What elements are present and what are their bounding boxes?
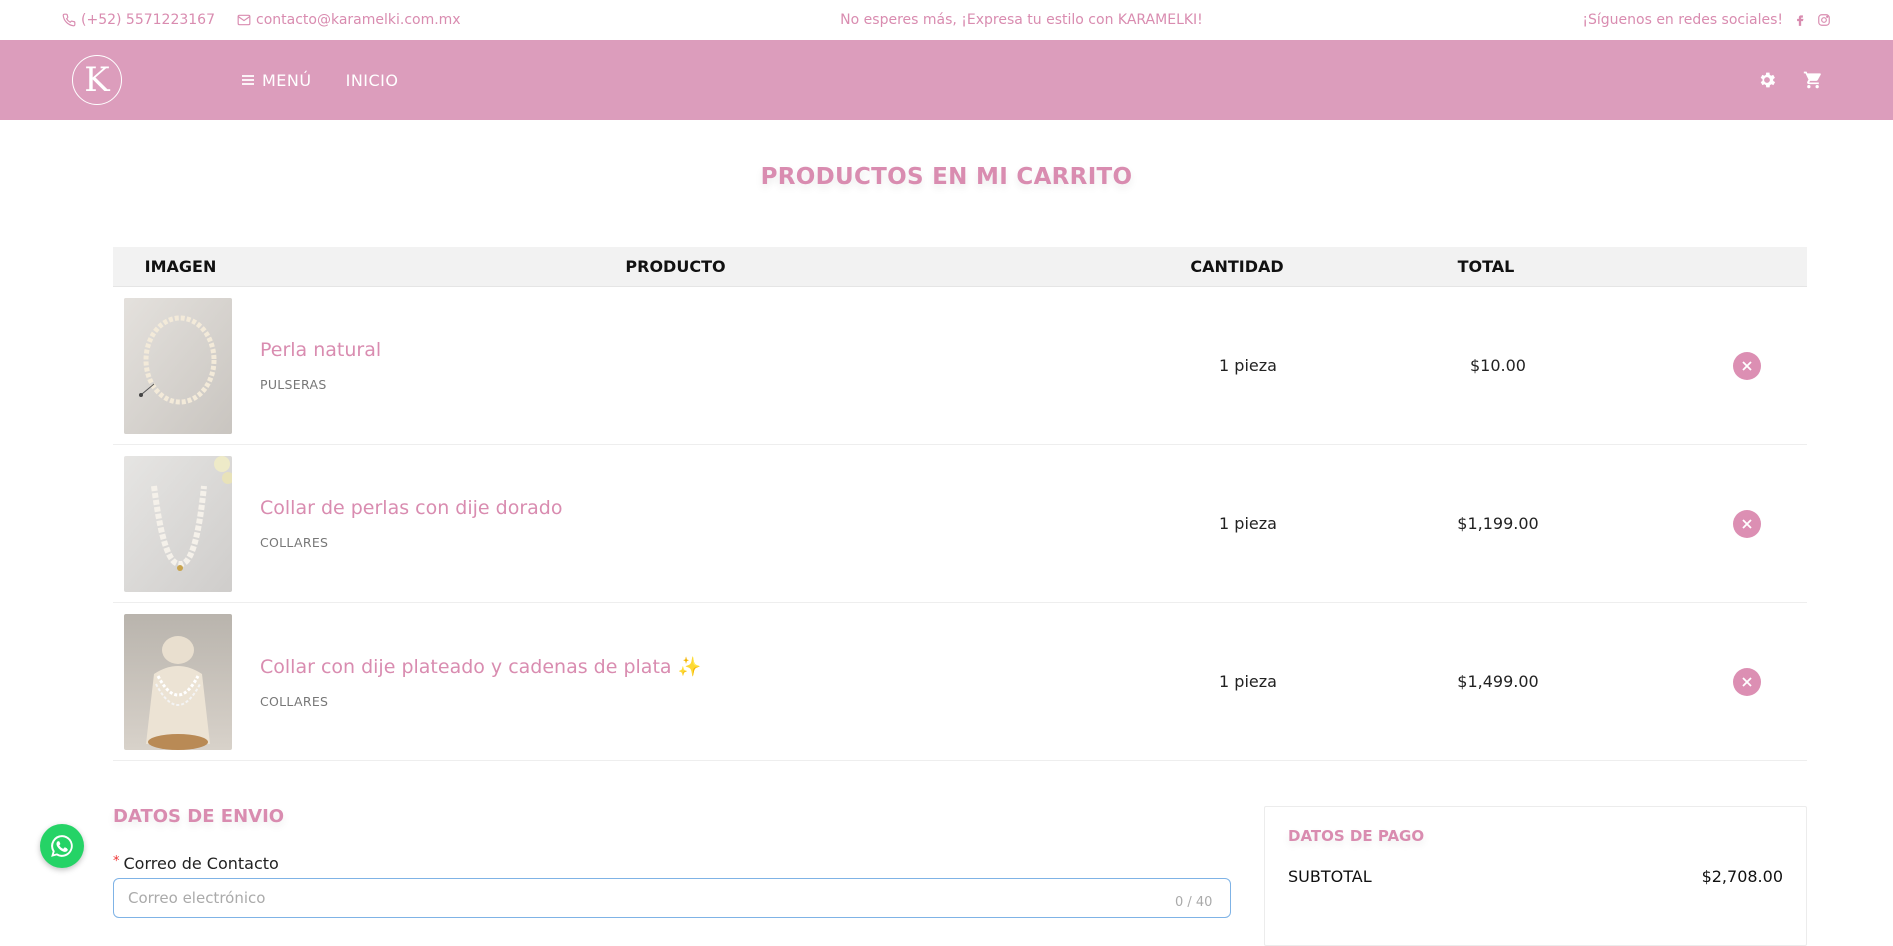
- email-label-text: Correo de Contacto: [123, 854, 279, 873]
- remove-item-button[interactable]: [1733, 667, 1761, 696]
- product-category: COLLARES: [260, 693, 329, 709]
- product-quantity: 1 pieza: [1219, 672, 1277, 691]
- email-link[interactable]: contacto@karamelki.com.mx: [237, 12, 461, 28]
- phone-text: (+52) 5571223167: [81, 12, 215, 28]
- product-image[interactable]: [124, 455, 232, 592]
- gear-icon[interactable]: [1757, 70, 1777, 90]
- payment-title: DATOS DE PAGO: [1288, 827, 1425, 845]
- whatsapp-icon: [51, 835, 73, 857]
- header-image: IMAGEN: [144, 257, 217, 276]
- promo-text: No esperes más, ¡Expresa tu estilo con K…: [840, 12, 1203, 28]
- phone-icon: [62, 13, 76, 27]
- instagram-icon[interactable]: [1817, 13, 1831, 27]
- header-product: PRODUCTO: [625, 257, 726, 276]
- product-category: PULSERAS: [260, 377, 327, 392]
- brand-logo[interactable]: K: [72, 55, 122, 105]
- top-bar: (+52) 5571223167 contacto@karamelki.com.…: [0, 0, 1893, 40]
- header-total: TOTAL: [1457, 257, 1515, 276]
- product-name[interactable]: Collar de perlas con dije dorado: [260, 497, 1108, 519]
- product-name[interactable]: Collar con dije plateado y cadenas de pl…: [260, 655, 1108, 678]
- remove-item-button[interactable]: [1733, 351, 1761, 380]
- phone-link[interactable]: (+52) 5571223167: [62, 12, 215, 28]
- product-image[interactable]: [124, 613, 232, 750]
- product-image[interactable]: [124, 297, 232, 434]
- email-text: contacto@karamelki.com.mx: [256, 12, 461, 28]
- payment-summary: DATOS DE PAGO SUBTOTAL $2,708.00: [1264, 806, 1807, 946]
- cart-table: IMAGEN PRODUCTO CANTIDAD TOTAL Perla nat…: [113, 247, 1807, 761]
- remove-item-button[interactable]: [1733, 509, 1761, 538]
- whatsapp-button[interactable]: [40, 824, 84, 868]
- menu-button[interactable]: MENÚ: [240, 71, 312, 90]
- subtotal-row: SUBTOTAL $2,708.00: [1288, 867, 1783, 886]
- page-title: PRODUCTOS EN MI CARRITO: [760, 164, 1133, 190]
- subtotal-value: $2,708.00: [1701, 867, 1783, 886]
- product-category: COLLARES: [260, 535, 329, 550]
- menu-label: MENÚ: [262, 70, 312, 90]
- envelope-icon: [237, 14, 251, 26]
- product-total: $10.00: [1470, 356, 1526, 375]
- product-name[interactable]: Perla natural: [260, 339, 1108, 361]
- nav-home-link[interactable]: INICIO: [346, 71, 399, 90]
- social-text: ¡Síguenos en redes sociales!: [1582, 12, 1783, 28]
- email-label: * Correo de Contacto: [113, 854, 279, 873]
- subtotal-label: SUBTOTAL: [1288, 867, 1372, 886]
- table-row: Collar con dije plateado y cadenas de pl…: [113, 603, 1807, 761]
- product-quantity: 1 pieza: [1219, 356, 1277, 375]
- required-marker: *: [113, 854, 120, 869]
- product-total: $1,499.00: [1457, 672, 1539, 691]
- main-nav: K MENÚ INICIO: [0, 40, 1893, 120]
- facebook-icon[interactable]: [1793, 13, 1807, 27]
- contact-email-input[interactable]: [113, 878, 1231, 918]
- char-counter: 0 / 40: [1175, 895, 1213, 910]
- close-icon: [1742, 518, 1752, 529]
- table-row: Perla natural PULSERAS 1 pieza $10.00: [113, 287, 1807, 445]
- close-icon: [1742, 360, 1752, 371]
- shipping-title: DATOS DE ENVIO: [113, 806, 285, 827]
- hamburger-icon: [242, 75, 254, 85]
- table-header: IMAGEN PRODUCTO CANTIDAD TOTAL: [113, 247, 1807, 287]
- product-total: $1,199.00: [1457, 514, 1539, 533]
- close-icon: [1742, 676, 1752, 687]
- header-quantity: CANTIDAD: [1190, 257, 1284, 276]
- product-quantity: 1 pieza: [1219, 514, 1277, 533]
- cart-icon[interactable]: [1803, 70, 1823, 90]
- table-row: Collar de perlas con dije dorado COLLARE…: [113, 445, 1807, 603]
